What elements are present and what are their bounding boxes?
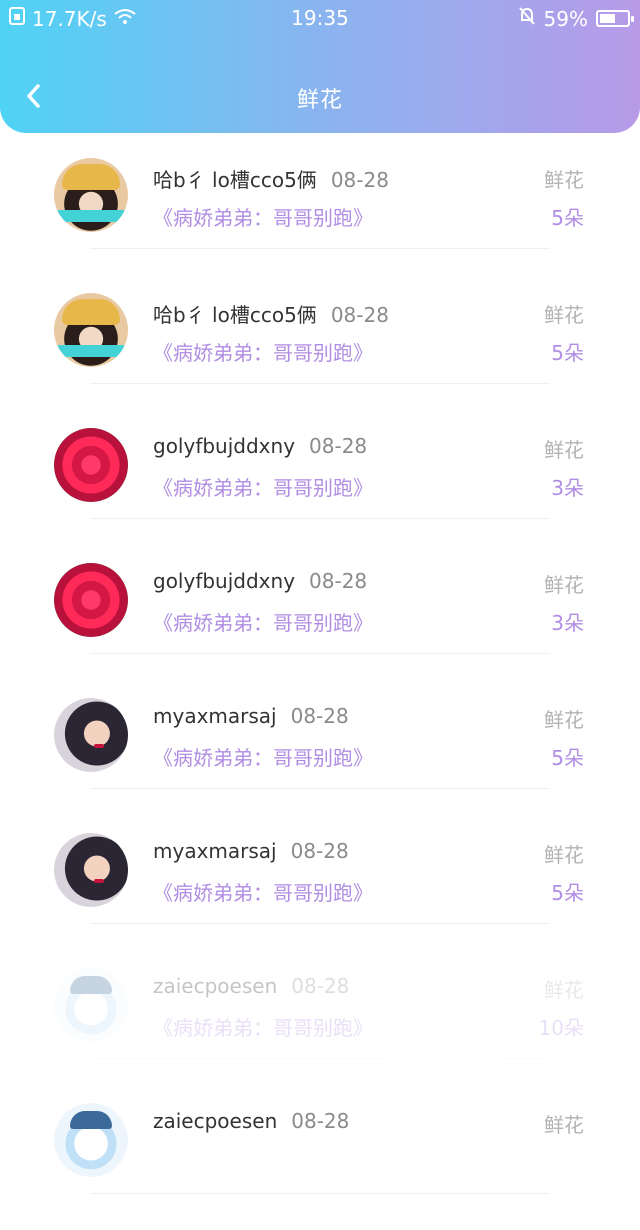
user-name-text: golyfbujddxny <box>153 569 296 593</box>
gift-type: 鲜花 <box>544 438 584 462</box>
gift-type: 鲜花 <box>544 1113 584 1137</box>
battery-fill <box>600 14 616 23</box>
row-divider <box>90 923 550 924</box>
row-divider <box>90 518 550 519</box>
list-item[interactable]: zaiecpoesen 08-28 鲜花 <box>0 1095 640 1230</box>
gift-date: 08-28 <box>330 303 389 327</box>
row-divider <box>90 383 550 384</box>
book-title-link[interactable]: 《病娇弟弟：哥哥别跑》 <box>153 1012 373 1041</box>
nav-bar: 鲜花 <box>0 72 640 120</box>
list-item[interactable]: 哈b彳 lo槽cco5俩 08-28 《病娇弟弟：哥哥别跑》 鲜花 5朵 <box>0 285 640 420</box>
woman-avatar[interactable] <box>54 833 128 907</box>
user-name[interactable]: golyfbujddxny 08-28 <box>153 569 367 593</box>
user-name[interactable]: 哈b彳 lo槽cco5俩 08-28 <box>153 164 389 193</box>
list-item[interactable]: myaxmarsaj 08-28 《病娇弟弟：哥哥别跑》 鲜花 5朵 <box>0 690 640 825</box>
girl-avatar[interactable] <box>54 293 128 367</box>
user-name-text: 哈b彳 lo槽cco5俩 <box>153 303 317 327</box>
rose-avatar[interactable] <box>54 563 128 637</box>
page-title: 鲜花 <box>296 88 343 113</box>
book-title-link[interactable]: 《病娇弟弟：哥哥别跑》 <box>153 742 373 771</box>
gift-date: 08-28 <box>291 1109 350 1133</box>
gift-type: 鲜花 <box>544 573 584 597</box>
cartoon-avatar[interactable] <box>54 968 128 1042</box>
user-name-text: myaxmarsaj <box>153 704 277 728</box>
list-item[interactable]: myaxmarsaj 08-28 《病娇弟弟：哥哥别跑》 鲜花 5朵 <box>0 825 640 960</box>
user-name[interactable]: 哈b彳 lo槽cco5俩 08-28 <box>153 299 389 328</box>
status-right: 59% <box>518 6 634 31</box>
gift-date: 08-28 <box>309 569 368 593</box>
book-title-link[interactable]: 《病娇弟弟：哥哥别跑》 <box>153 472 373 501</box>
gift-date: 08-28 <box>330 168 389 192</box>
user-name-text: zaiecpoesen <box>153 974 278 998</box>
gift-type: 鲜花 <box>544 303 584 327</box>
gift-date: 08-28 <box>291 974 350 998</box>
bell-off-icon <box>518 6 536 31</box>
gift-count: 10朵 <box>538 1016 584 1040</box>
gift-type: 鲜花 <box>544 978 584 1002</box>
battery-icon <box>596 10 634 27</box>
gift-type: 鲜花 <box>544 843 584 867</box>
gift-date: 08-28 <box>290 704 349 728</box>
gift-count: 5朵 <box>551 881 584 905</box>
book-title-link[interactable]: 《病娇弟弟：哥哥别跑》 <box>153 607 373 636</box>
row-divider <box>90 248 550 249</box>
rose-avatar[interactable] <box>54 428 128 502</box>
list-item[interactable]: 哈b彳 lo槽cco5俩 08-28 《病娇弟弟：哥哥别跑》 鲜花 5朵 <box>0 150 640 285</box>
gift-count: 3朵 <box>551 611 584 635</box>
girl-avatar[interactable] <box>54 158 128 232</box>
cartoon-avatar[interactable] <box>54 1103 128 1177</box>
user-name[interactable]: myaxmarsaj 08-28 <box>153 839 349 863</box>
gift-date: 08-28 <box>309 434 368 458</box>
user-name-text: golyfbujddxny <box>153 434 296 458</box>
gift-type: 鲜花 <box>544 168 584 192</box>
user-name[interactable]: myaxmarsaj 08-28 <box>153 704 349 728</box>
user-name-text: zaiecpoesen <box>153 1109 278 1133</box>
header-bar: 17.7K/s 19:35 59% 鲜花 <box>0 0 640 133</box>
gift-count: 5朵 <box>551 746 584 770</box>
user-name[interactable]: zaiecpoesen 08-28 <box>153 974 349 998</box>
list-item[interactable]: zaiecpoesen 08-28 《病娇弟弟：哥哥别跑》 鲜花 10朵 <box>0 960 640 1095</box>
user-name-text: myaxmarsaj <box>153 839 277 863</box>
list-item[interactable]: golyfbujddxny 08-28 《病娇弟弟：哥哥别跑》 鲜花 3朵 <box>0 420 640 555</box>
user-name[interactable]: zaiecpoesen 08-28 <box>153 1109 349 1133</box>
user-name-text: 哈b彳 lo槽cco5俩 <box>153 168 317 192</box>
gift-count: 5朵 <box>551 206 584 230</box>
row-divider <box>90 1193 550 1194</box>
row-divider <box>90 653 550 654</box>
gift-count: 5朵 <box>551 341 584 365</box>
row-divider <box>90 1058 550 1059</box>
row-divider <box>90 788 550 789</box>
gift-date: 08-28 <box>290 839 349 863</box>
book-title-link[interactable]: 《病娇弟弟：哥哥别跑》 <box>153 877 373 906</box>
gift-type: 鲜花 <box>544 708 584 732</box>
gift-count: 3朵 <box>551 476 584 500</box>
woman-avatar[interactable] <box>54 698 128 772</box>
status-bar: 17.7K/s 19:35 59% <box>0 0 640 36</box>
list-item[interactable]: golyfbujddxny 08-28 《病娇弟弟：哥哥别跑》 鲜花 3朵 <box>0 555 640 690</box>
battery-percent: 59% <box>543 6 588 31</box>
user-name[interactable]: golyfbujddxny 08-28 <box>153 434 367 458</box>
flower-list: 哈b彳 lo槽cco5俩 08-28 《病娇弟弟：哥哥别跑》 鲜花 5朵 哈b彳 lo槽c… <box>0 150 640 1230</box>
book-title-link[interactable]: 《病娇弟弟：哥哥别跑》 <box>153 202 373 231</box>
book-title-link[interactable]: 《病娇弟弟：哥哥别跑》 <box>153 337 373 366</box>
